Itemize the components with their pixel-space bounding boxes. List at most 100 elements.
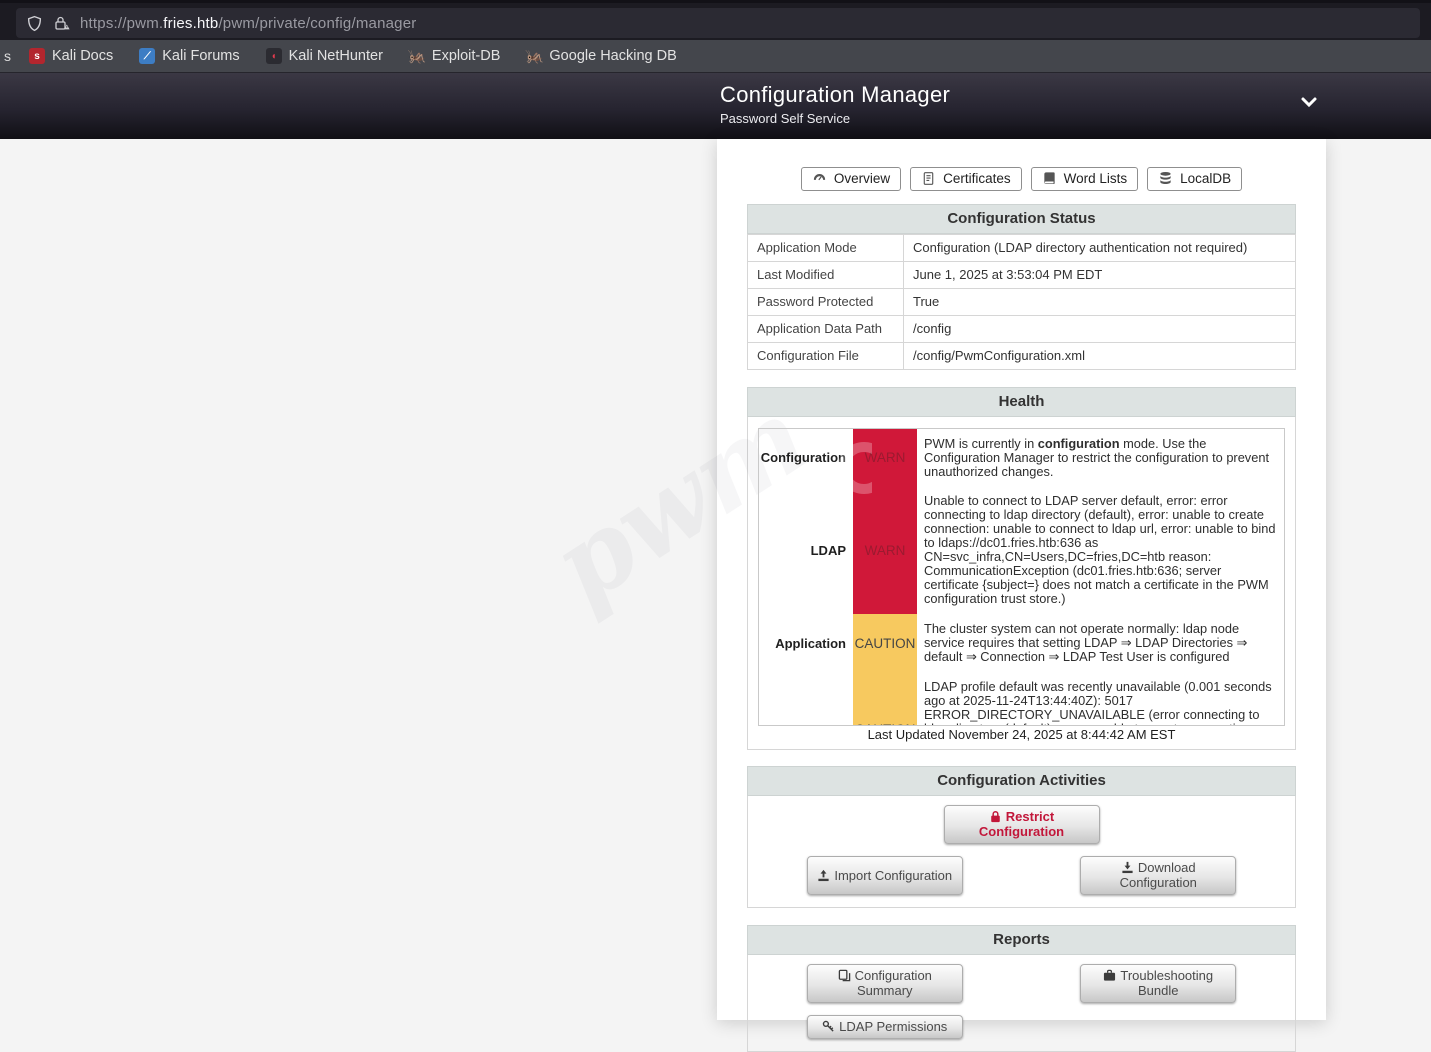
- import-configuration-button[interactable]: Import Configuration: [807, 856, 963, 895]
- health-last-updated: Last Updated November 24, 2025 at 8:44:4…: [758, 727, 1285, 742]
- tab-label: LocalDB: [1180, 171, 1231, 186]
- health-title: Health: [747, 387, 1296, 417]
- url-scheme: https://pwm.: [80, 15, 163, 32]
- health-section: Configuration WARN PWM is currently in c…: [747, 417, 1296, 750]
- bookmark-label: Kali Docs: [52, 48, 113, 64]
- tab-word-lists[interactable]: Word Lists: [1031, 167, 1139, 191]
- tab-certificates[interactable]: Certificates: [910, 167, 1022, 191]
- health-scroll-area: Configuration WARN PWM is currently in c…: [758, 428, 1285, 726]
- configuration-activities-title: Configuration Activities: [747, 766, 1296, 796]
- url-host: fries.htb: [163, 15, 218, 32]
- database-icon: [1158, 171, 1173, 186]
- url-path: /pwm/private/config/manager: [218, 15, 416, 32]
- status-row-value: June 1, 2025 at 3:53:04 PM EDT: [904, 262, 1296, 289]
- health-topic: Configuration: [759, 429, 853, 486]
- key-icon: [822, 1020, 835, 1033]
- page-title: Configuration Manager: [720, 82, 950, 108]
- table-row: Application CAUTION The cluster system c…: [759, 614, 1284, 672]
- bookmark-kali-nethunter[interactable]: ◖ Kali NetHunter: [266, 48, 383, 64]
- tab-label: Word Lists: [1064, 171, 1128, 186]
- configuration-status-title: Configuration Status: [747, 204, 1296, 234]
- copy-icon: [838, 969, 851, 982]
- table-row: Configuration File /config/PwmConfigurat…: [748, 343, 1296, 370]
- health-status-badge: CAUTION: [853, 614, 917, 672]
- health-topic: LDAP: [759, 486, 853, 614]
- button-label: Import Configuration: [834, 868, 952, 883]
- configuration-activities-section: Restrict Configuration Import Configurat…: [747, 796, 1296, 908]
- status-row-label: Password Protected: [748, 289, 904, 316]
- health-status-badge: WARN: [853, 429, 917, 486]
- bookmark-exploit-db[interactable]: 🦗 Exploit-DB: [409, 48, 501, 64]
- status-row-label: Application Data Path: [748, 316, 904, 343]
- bookmark-overflow-text[interactable]: s: [4, 48, 11, 64]
- bookmark-label: Kali NetHunter: [289, 48, 383, 64]
- kali-forums-icon: ⟋: [139, 48, 155, 64]
- upload-icon: [817, 869, 830, 882]
- status-row-value: /config: [904, 316, 1296, 343]
- bookmark-kali-forums[interactable]: ⟋ Kali Forums: [139, 48, 239, 64]
- configuration-status-table: Application Mode Configuration (LDAP dir…: [747, 234, 1296, 370]
- bookmark-label: Exploit-DB: [432, 48, 501, 64]
- browser-nav-bar: https://pwm.fries.htb/pwm/private/config…: [0, 0, 1431, 40]
- bookmark-label: Kali Forums: [162, 48, 239, 64]
- download-configuration-button[interactable]: Download Configuration: [1080, 856, 1236, 895]
- table-row: LDAP CAUTION LDAP profile default was re…: [759, 672, 1284, 726]
- table-row: Password Protected True: [748, 289, 1296, 316]
- briefcase-icon: [1103, 969, 1116, 982]
- content-panel: pwm Overview Certificates: [717, 139, 1326, 1020]
- url-bar[interactable]: https://pwm.fries.htb/pwm/private/config…: [16, 8, 1420, 38]
- page-subtitle: Password Self Service: [720, 111, 950, 126]
- health-message: Unable to connect to LDAP server default…: [917, 486, 1284, 614]
- tab-localdb[interactable]: LocalDB: [1147, 167, 1242, 191]
- configuration-summary-button[interactable]: Configuration Summary: [807, 964, 963, 1003]
- button-label: Configuration Summary: [855, 968, 932, 998]
- book-icon: [1042, 171, 1057, 186]
- status-row-value: True: [904, 289, 1296, 316]
- certificate-icon: [921, 171, 936, 186]
- table-row: Configuration WARN PWM is currently in c…: [759, 429, 1284, 486]
- health-table: Configuration WARN PWM is currently in c…: [759, 429, 1284, 726]
- table-row: Application Data Path /config: [748, 316, 1296, 343]
- kali-docs-icon: s: [29, 48, 45, 64]
- lock-icon: [989, 810, 1002, 823]
- table-row: Application Mode Configuration (LDAP dir…: [748, 235, 1296, 262]
- table-row: Last Modified June 1, 2025 at 3:53:04 PM…: [748, 262, 1296, 289]
- shield-icon[interactable]: [26, 15, 43, 32]
- url-text: https://pwm.fries.htb/pwm/private/config…: [80, 15, 416, 32]
- tab-overview[interactable]: Overview: [801, 167, 901, 191]
- status-row-label: Last Modified: [748, 262, 904, 289]
- lock-warning-icon[interactable]: [53, 15, 70, 32]
- tab-label: Overview: [834, 171, 890, 186]
- bookmark-google-hacking-db[interactable]: 🦗 Google Hacking DB: [526, 48, 676, 64]
- reports-title: Reports: [747, 925, 1296, 955]
- status-row-value: Configuration (LDAP directory authentica…: [904, 235, 1296, 262]
- health-message: The cluster system can not operate norma…: [917, 614, 1284, 672]
- status-row-value: /config/PwmConfiguration.xml: [904, 343, 1296, 370]
- health-message: LDAP profile default was recently unavai…: [917, 672, 1284, 726]
- app-header: Configuration Manager Password Self Serv…: [0, 73, 1431, 139]
- button-label: LDAP Permissions: [839, 1019, 947, 1034]
- kali-nethunter-icon: ◖: [266, 48, 282, 64]
- bookmarks-bar: s s Kali Docs ⟋ Kali Forums ◖ Kali NetHu…: [0, 40, 1431, 73]
- button-label: Troubleshooting Bundle: [1120, 968, 1213, 998]
- ldap-permissions-button[interactable]: LDAP Permissions: [807, 1015, 963, 1039]
- manager-tabs: Overview Certificates Word Lists: [717, 139, 1326, 191]
- bookmark-kali-docs[interactable]: s Kali Docs: [29, 48, 113, 64]
- health-topic: Application: [759, 614, 853, 672]
- gauge-icon: [812, 171, 827, 186]
- health-status-badge: WARN: [853, 486, 917, 614]
- google-hacking-db-icon: 🦗: [526, 48, 542, 64]
- reports-section: Configuration Summary Troubleshooting Bu…: [747, 955, 1296, 1052]
- exploit-db-icon: 🦗: [409, 48, 425, 64]
- chevron-down-icon[interactable]: [1300, 95, 1318, 107]
- health-topic: LDAP: [759, 672, 853, 726]
- bookmark-label: Google Hacking DB: [549, 48, 676, 64]
- status-row-label: Configuration File: [748, 343, 904, 370]
- download-icon: [1121, 861, 1134, 874]
- status-row-label: Application Mode: [748, 235, 904, 262]
- restrict-configuration-button[interactable]: Restrict Configuration: [944, 805, 1100, 844]
- troubleshooting-bundle-button[interactable]: Troubleshooting Bundle: [1080, 964, 1236, 1003]
- tab-label: Certificates: [943, 171, 1011, 186]
- health-message: PWM is currently in configuration mode. …: [917, 429, 1284, 486]
- table-row: LDAP WARN Unable to connect to LDAP serv…: [759, 486, 1284, 614]
